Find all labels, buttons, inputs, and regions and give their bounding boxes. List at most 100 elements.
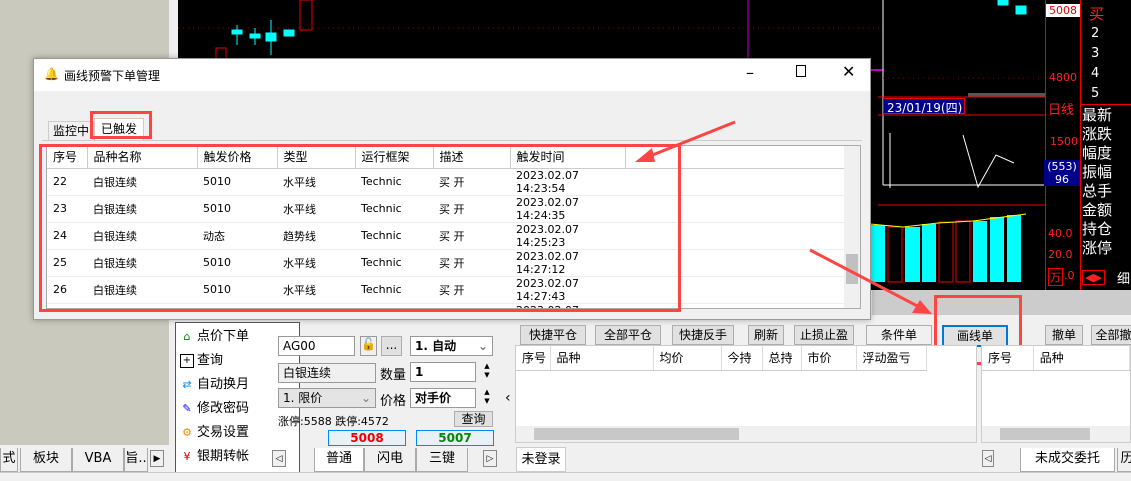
axis-tick: 20.0 <box>1048 248 1073 261</box>
edit-icon: ✎ <box>182 402 192 415</box>
menu-label: 查询 <box>197 353 224 368</box>
title-bar[interactable]: 🔔 画线预警下单管理 – ✕ <box>34 59 870 91</box>
price-type-select[interactable]: 1. 限价 ⌄ <box>278 388 376 408</box>
detail-tab[interactable]: 细 <box>1117 268 1130 287</box>
price-axis: 5008 4800 日线 1500 (553) 96 40.0 20.0 万 .0 <box>1044 0 1081 290</box>
contract-name-field: 白银连续 <box>278 363 376 383</box>
buy-label: 买 <box>1089 5 1105 23</box>
conditional-order-button[interactable]: 条件单 <box>866 325 932 345</box>
price-label: 5008 <box>1046 4 1080 17</box>
browse-button[interactable]: ... <box>381 336 402 356</box>
page-arrows-button[interactable]: ◀▶ <box>1082 270 1105 285</box>
quote-panel: 买 2 3 4 5 最新 涨跌 幅度 振幅 总手 金额 持仓 涨停 ◀▶ 细 <box>1081 0 1131 290</box>
quantity-stepper[interactable]: ▲ ▼ <box>480 362 494 382</box>
query-button[interactable]: 查询 <box>454 411 493 427</box>
price-input[interactable]: 对手价 <box>410 388 476 408</box>
buy-button[interactable]: 5007 <box>416 430 494 446</box>
quantity-input[interactable]: 1 <box>410 362 476 382</box>
yen-icon: ¥ <box>183 450 191 463</box>
tab-normal[interactable]: 普通 <box>314 448 364 472</box>
limit-info: 涨停:5588 跌停:4572 <box>278 415 389 428</box>
tab-vba[interactable]: VBA <box>72 448 124 472</box>
menu-label: 点价下单 <box>197 329 250 344</box>
level: 5 <box>1091 86 1100 101</box>
col-header[interactable]: 今持 <box>721 346 763 371</box>
level: 4 <box>1091 66 1100 81</box>
tab-scroll-right[interactable]: ▶ <box>150 450 164 467</box>
menu-label: 交易设置 <box>197 425 250 440</box>
period-label: 日线 <box>1048 103 1075 118</box>
plus-box-icon: + <box>180 354 194 368</box>
sell-button[interactable]: 5008 <box>328 430 406 446</box>
close-button[interactable]: ✕ <box>842 62 855 81</box>
cancel-all-button[interactable]: 全部撤 <box>1091 325 1131 345</box>
tab[interactable]: 式 <box>0 448 18 472</box>
collapse-arrow[interactable]: ‹ <box>505 390 511 406</box>
tab-sector[interactable]: 板块 <box>20 448 72 472</box>
tab-pending-orders[interactable]: 未成交委托 <box>1020 448 1115 472</box>
menu-label: 银期转帐 <box>197 449 250 464</box>
select-value: 1. 自动 <box>415 339 457 353</box>
col-header[interactable]: 序号 <box>516 346 551 371</box>
candle <box>299 0 313 31</box>
house-icon: ⌂ <box>183 330 191 343</box>
axis-tick: .0 <box>1064 269 1075 282</box>
tab-scroll-left[interactable]: ◁ <box>982 450 994 467</box>
col-header[interactable]: 品种 <box>550 346 654 371</box>
price-stepper[interactable]: ▲ ▼ <box>480 388 494 408</box>
cancel-order-button[interactable]: 撤单 <box>1045 325 1083 345</box>
close-all-button[interactable]: 全部平仓 <box>595 325 661 345</box>
status-bar <box>0 472 1131 481</box>
axis-tick: 40.0 <box>1048 227 1073 240</box>
field-label: 最新 <box>1082 106 1113 124</box>
minimize-button[interactable]: – <box>746 63 754 82</box>
maximize-button[interactable] <box>796 65 806 77</box>
login-status: 未登录 <box>516 447 566 472</box>
dialog-title: 画线预警下单管理 <box>64 69 161 83</box>
field-label: 涨停 <box>1082 239 1113 257</box>
menu-label: 自动换月 <box>197 377 250 392</box>
tab-history[interactable]: 历 <box>1117 448 1131 472</box>
open-close-select[interactable]: 1. 自动 ⌄ <box>410 336 493 356</box>
orders-table: 序号 品种 <box>981 345 1131 443</box>
col-header[interactable]: 品种 <box>1033 346 1130 371</box>
level: 3 <box>1091 46 1100 61</box>
highlight-box <box>39 144 681 312</box>
highlight-box <box>90 111 152 139</box>
quote-fields: 最新 涨跌 幅度 振幅 总手 金额 持仓 涨停 <box>1082 106 1112 258</box>
axis-tick: 1500 <box>1050 135 1078 148</box>
tab-scroll-right[interactable]: ▷ <box>483 450 497 467</box>
field-label: 总手 <box>1082 182 1113 200</box>
col-header[interactable]: 浮动盈亏 <box>856 346 927 371</box>
col-header[interactable]: 序号 <box>982 346 1034 371</box>
col-header[interactable]: 市价 <box>801 346 857 371</box>
field-label: 涨跌 <box>1082 125 1113 143</box>
quick-close-button[interactable]: 快捷平仓 <box>520 325 586 345</box>
refresh-button[interactable]: 刷新 <box>748 325 784 345</box>
horizontal-scrollbar[interactable] <box>982 426 1130 442</box>
tab-monitoring[interactable]: 监控中 <box>48 121 95 140</box>
field-label: 振幅 <box>1082 163 1113 181</box>
unlock-icon[interactable]: 🔓 <box>360 336 377 356</box>
indicator-value: (553) 96 <box>1044 160 1080 186</box>
volume-unit: 万 <box>1048 268 1063 286</box>
qty-label: 数量 <box>380 368 407 383</box>
tab[interactable]: 旨.. <box>124 448 148 472</box>
depth-levels: 2 3 4 5 <box>1091 24 1099 104</box>
col-header[interactable]: 总持 <box>762 346 802 371</box>
tab-three-key[interactable]: 三键 <box>416 448 468 472</box>
stop-loss-button[interactable]: 止损止盈 <box>794 325 854 345</box>
tab-flash[interactable]: 闪电 <box>364 448 416 472</box>
price-label: 4800 <box>1049 71 1077 84</box>
field-label: 持仓 <box>1082 220 1113 238</box>
tab-scroll-left[interactable]: ◁ <box>272 450 286 467</box>
quick-reverse-button[interactable]: 快捷反手 <box>672 325 734 345</box>
level: 2 <box>1091 26 1100 41</box>
candles <box>231 0 1027 55</box>
horizontal-scrollbar[interactable] <box>516 426 976 442</box>
col-header[interactable]: 均价 <box>653 346 722 371</box>
contract-code-input[interactable]: AG00 <box>278 336 355 356</box>
exchange-icon: ⇄ <box>182 378 192 391</box>
field-label: 幅度 <box>1082 144 1113 162</box>
indicator-sub-text: 96 <box>1055 173 1069 186</box>
